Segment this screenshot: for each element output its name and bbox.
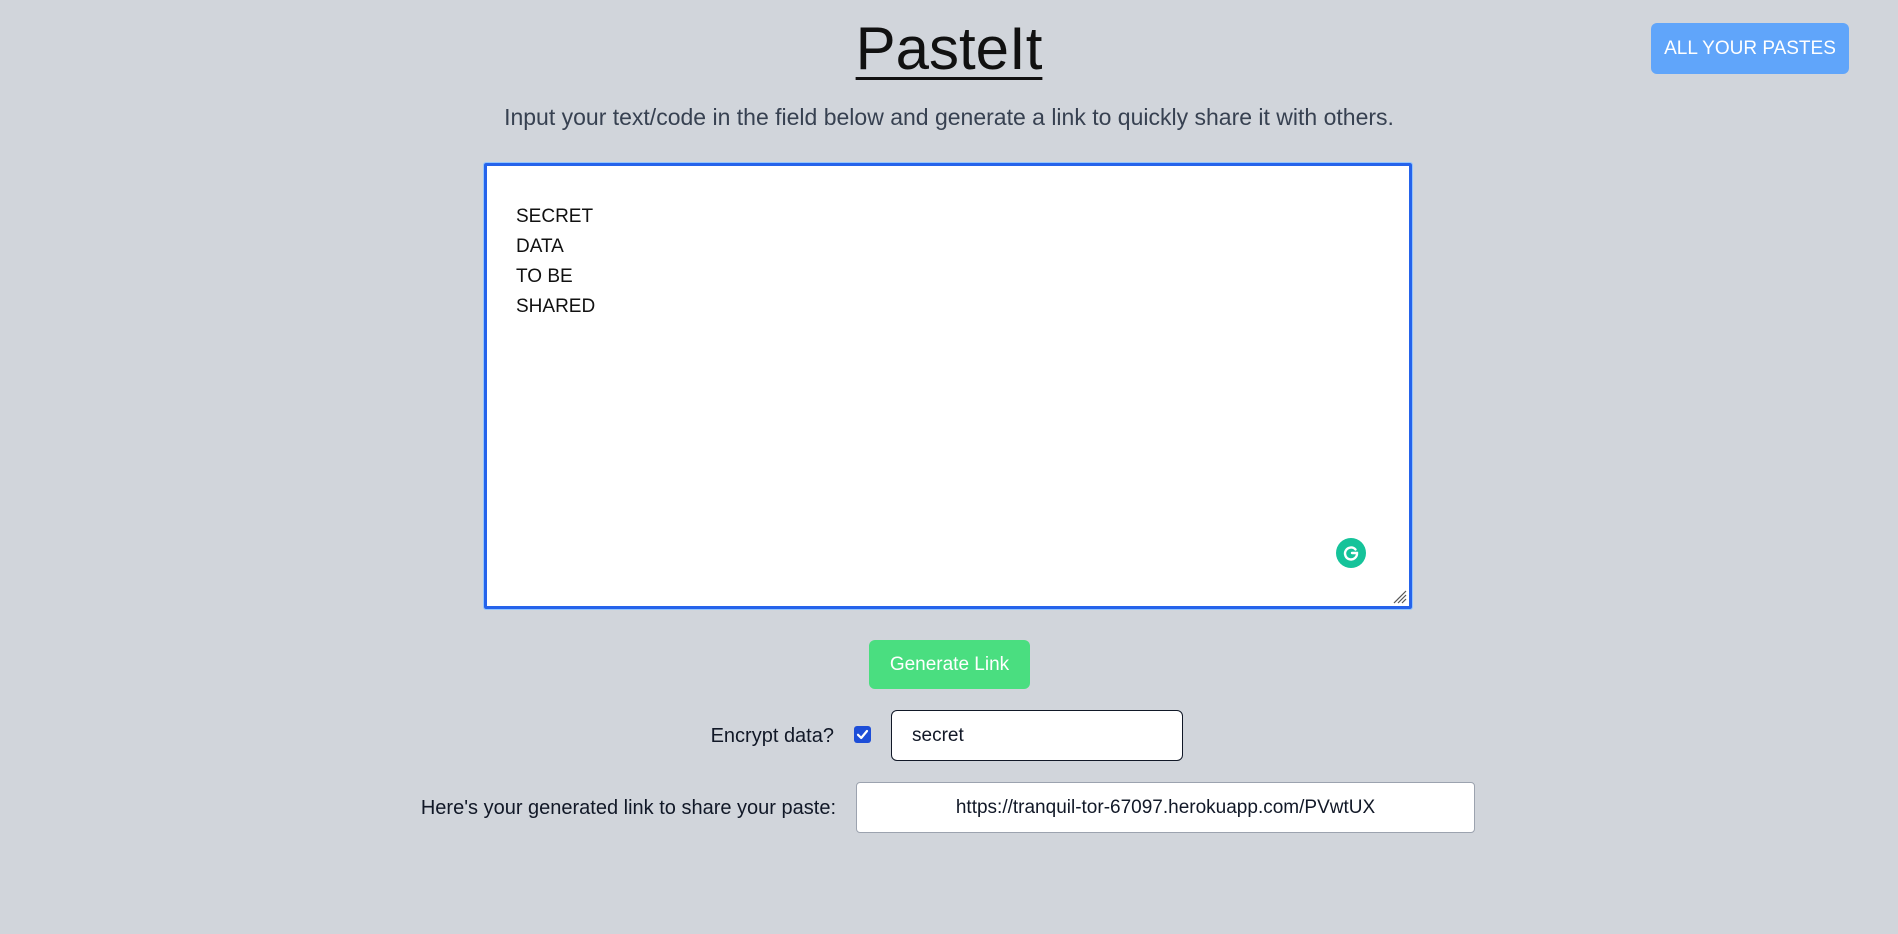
resize-handle-icon[interactable] [1391,588,1407,604]
pasteit-page: PasteIt ALL YOUR PASTES Input your text/… [0,0,1898,934]
grammarly-icon[interactable] [1336,538,1366,568]
title-link[interactable]: PasteIt [856,15,1043,82]
page-title: PasteIt [0,14,1898,83]
encrypt-checkbox[interactable] [854,726,871,743]
encryption-password-input[interactable]: secret [891,710,1183,761]
generated-link-label: Here's your generated link to share your… [420,797,836,819]
grammarly-glyph [1343,546,1359,561]
all-pastes-button[interactable]: ALL YOUR PASTES [1651,23,1849,74]
encrypt-label: Encrypt data? [710,725,834,747]
paste-textarea-content[interactable]: SECRET DATA TO BE SHARED [516,202,595,322]
paste-textarea[interactable]: SECRET DATA TO BE SHARED [483,162,1413,610]
generate-link-button[interactable]: Generate Link [869,640,1030,689]
generated-link-field[interactable]: https://tranquil-tor-67097.herokuapp.com… [856,782,1475,833]
check-icon [856,729,869,740]
page-subtitle: Input your text/code in the field below … [504,104,1394,130]
